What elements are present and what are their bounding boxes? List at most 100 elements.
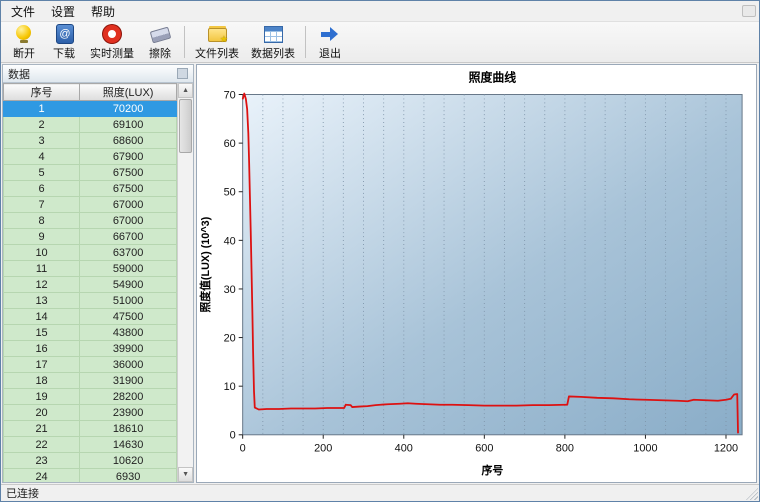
table-cell: 17 [3, 356, 81, 373]
button-label: 擦除 [149, 47, 171, 60]
table-cell: 36000 [79, 356, 178, 373]
table-row[interactable]: 20 23900 [3, 404, 178, 421]
button-label: 退出 [319, 47, 341, 60]
table-row[interactable]: 19 28200 [3, 388, 178, 405]
table-cell: 59000 [79, 260, 178, 277]
table-row[interactable]: 17 36000 [3, 356, 178, 373]
table-row[interactable]: 24 6930 [3, 468, 178, 482]
download-icon [53, 23, 75, 44]
table-cell: 20 [3, 404, 81, 421]
data-panel: 数据 序号 照度(LUX) 1 70200 2 69100 3 68600 4 67900 5 6… [2, 64, 194, 483]
table-row[interactable]: 16 39900 [3, 340, 178, 357]
svg-text:200: 200 [314, 443, 332, 455]
table-row[interactable]: 11 59000 [3, 260, 178, 277]
table-cell: 69100 [79, 116, 178, 133]
status-bar: 已连接 [1, 484, 759, 501]
menu-item-settings[interactable]: 设置 [43, 1, 83, 22]
svg-text:800: 800 [556, 443, 574, 455]
table-row[interactable]: 4 67900 [3, 148, 178, 165]
scroll-up-button[interactable]: ▲ [178, 83, 193, 98]
file-list-button[interactable]: 文件列表 [189, 22, 245, 63]
table-cell: 4 [3, 148, 81, 165]
table-cell: 67000 [79, 196, 178, 213]
table-row[interactable]: 10 63700 [3, 244, 178, 261]
download-button[interactable]: 下载 [44, 22, 84, 63]
button-label: 断开 [13, 47, 35, 60]
panel-menu-button[interactable] [177, 68, 188, 79]
column-header-lux[interactable]: 照度(LUX) [79, 83, 178, 101]
menu-item-file[interactable]: 文件 [3, 1, 43, 22]
table-cell: 3 [3, 132, 81, 149]
app-window: 文件 设置 帮助 断开 下载 实时测量 擦除 文件列表 数据列表 [0, 0, 760, 502]
table-cell: 66700 [79, 228, 178, 245]
table-row[interactable]: 1 70200 [3, 100, 178, 117]
connection-status: 已连接 [6, 488, 39, 500]
table-row[interactable]: 5 67500 [3, 164, 178, 181]
svg-text:1000: 1000 [633, 443, 657, 455]
table-cell: 13 [3, 292, 81, 309]
table-row[interactable]: 21 18610 [3, 420, 178, 437]
table-cell: 10620 [79, 452, 178, 469]
resize-grip[interactable] [746, 488, 758, 500]
table-cell: 12 [3, 276, 81, 293]
svg-text:10: 10 [224, 381, 236, 393]
toolbar: 断开 下载 实时测量 擦除 文件列表 数据列表 退出 [1, 21, 759, 63]
table-row[interactable]: 12 54900 [3, 276, 178, 293]
erase-icon [149, 24, 171, 44]
table-cell: 70200 [79, 100, 178, 117]
scrollbar-track[interactable] [178, 154, 193, 467]
table-row[interactable]: 6 67500 [3, 180, 178, 197]
table-cell: 21 [3, 420, 81, 437]
table-row[interactable]: 13 51000 [3, 292, 178, 309]
table-cell: 19 [3, 388, 81, 405]
table-cell: 10 [3, 244, 81, 261]
table-cell: 31900 [79, 372, 178, 389]
table-row[interactable]: 2 69100 [3, 116, 178, 133]
menu-item-help[interactable]: 帮助 [83, 1, 123, 22]
button-label: 实时测量 [90, 47, 134, 60]
table-cell: 11 [3, 260, 81, 277]
table-cell: 5 [3, 164, 81, 181]
table-row[interactable]: 3 68600 [3, 132, 178, 149]
data-table-body: 1 70200 2 69100 3 68600 4 67900 5 67500 6 67500 7 670… [3, 100, 178, 482]
table-row[interactable]: 8 67000 [3, 212, 178, 229]
table-cell: 67500 [79, 180, 178, 197]
table-row[interactable]: 14 47500 [3, 308, 178, 325]
table-row[interactable]: 9 66700 [3, 228, 178, 245]
table-cell: 14630 [79, 436, 178, 453]
data-list-button[interactable]: 数据列表 [245, 22, 301, 63]
illuminance-chart: 0 200 400 600 800 1000 1200 0 10 20 30 40 50 60 70 照度曲线… [198, 71, 743, 477]
table-cell: 43800 [79, 324, 178, 341]
svg-text:40: 40 [224, 235, 236, 247]
table-cell: 6 [3, 180, 81, 197]
table-cell: 2 [3, 116, 81, 133]
svg-text:0: 0 [240, 443, 246, 455]
table-row[interactable]: 15 43800 [3, 324, 178, 341]
table-cell: 28200 [79, 388, 178, 405]
erase-button[interactable]: 擦除 [140, 22, 180, 63]
scrollbar-thumb[interactable] [179, 99, 192, 153]
measure-icon [101, 24, 123, 44]
table-row[interactable]: 18 31900 [3, 372, 178, 389]
table-scrollbar[interactable]: ▲ ▼ [177, 83, 193, 482]
table-cell: 22 [3, 436, 81, 453]
table-cell: 54900 [79, 276, 178, 293]
table-cell: 47500 [79, 308, 178, 325]
table-cell: 68600 [79, 132, 178, 149]
table-row[interactable]: 23 10620 [3, 452, 178, 469]
table-cell: 67500 [79, 164, 178, 181]
table-cell: 24 [3, 468, 81, 482]
disconnect-button[interactable]: 断开 [4, 22, 44, 63]
table-cell: 67000 [79, 212, 178, 229]
column-header-index[interactable]: 序号 [3, 83, 81, 101]
exit-button[interactable]: 退出 [310, 22, 350, 63]
main-area: 数据 序号 照度(LUX) 1 70200 2 69100 3 68600 4 67900 5 6… [1, 63, 759, 484]
table-row[interactable]: 7 67000 [3, 196, 178, 213]
svg-text:70: 70 [224, 89, 236, 101]
table-row[interactable]: 22 14630 [3, 436, 178, 453]
scroll-down-button[interactable]: ▼ [178, 467, 193, 482]
menu-bar: 文件 设置 帮助 [1, 1, 759, 21]
window-control[interactable] [742, 5, 756, 17]
table-cell: 15 [3, 324, 81, 341]
realtime-measure-button[interactable]: 实时测量 [84, 22, 140, 63]
